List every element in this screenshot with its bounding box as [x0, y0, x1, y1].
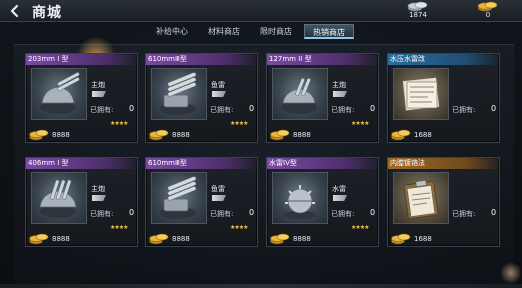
shop-item-card[interactable]: 内膛镀铬法 已拥有: 0 1688	[387, 157, 500, 247]
shop-item-card[interactable]: 水压水雷改 已拥有: 0 1688	[387, 53, 500, 143]
kind-tag-icon	[212, 91, 226, 97]
item-image-frame	[393, 68, 449, 120]
silver-count: 1874	[409, 11, 427, 19]
item-name: 610mmⅢ型	[146, 158, 257, 169]
item-kind: 主炮	[91, 185, 105, 193]
star-rating: ★★★★	[110, 224, 128, 231]
owned-count: 0	[129, 208, 135, 217]
tab-hot-sale-shop[interactable]: 热销商店	[304, 24, 354, 39]
item-image-frame	[31, 172, 87, 224]
shop-item-card[interactable]: 127mm II 型 主炮 已拥有: 0 ★★★★ 8888	[266, 53, 379, 143]
shop-item-card[interactable]: 水雷IV型 水雷 已拥有: 0 ★★★★ 8888	[266, 157, 379, 247]
star-rating: ★★★★	[230, 120, 248, 127]
gold-coin-icon	[391, 233, 411, 245]
item-image-frame	[272, 172, 328, 224]
gold-coin-icon	[391, 129, 411, 141]
gold-coin-icon	[29, 233, 49, 245]
item-name: 水雷IV型	[267, 158, 378, 169]
back-button[interactable]	[4, 2, 26, 20]
item-price: 8888	[52, 131, 70, 139]
item-kind: 鱼雷	[211, 81, 225, 89]
item-price: 8888	[172, 235, 190, 243]
item-image-frame	[151, 172, 207, 224]
shop-item-card[interactable]: 610mmⅢ型 鱼雷 已拥有: 0 ★★★★ 8888	[145, 53, 258, 143]
shop-screen: 商城 1874 0 补给中心 材料商店 限时商店 热销商店 203mm I 型 …	[0, 0, 522, 288]
turret-icon	[281, 78, 317, 114]
tab-material-shop[interactable]: 材料商店	[200, 24, 248, 39]
turret-icon	[39, 179, 77, 218]
gold-coin-icon	[270, 233, 290, 245]
item-price: 1688	[414, 235, 432, 243]
owned-count: 0	[491, 104, 497, 113]
kind-tag-icon	[92, 91, 106, 97]
gold-count: 0	[485, 11, 491, 19]
item-name: 内膛镀铬法	[388, 158, 499, 169]
sea-mine-icon	[284, 185, 316, 219]
item-image-frame	[272, 68, 328, 120]
silver-currency: 1874	[400, 0, 436, 22]
gold-coin-icon	[149, 129, 169, 141]
owned-count: 0	[129, 104, 135, 113]
item-kind: 水雷	[332, 185, 346, 193]
kind-tag-icon	[212, 195, 226, 201]
item-price: 8888	[293, 131, 311, 139]
kind-tag-icon	[333, 195, 347, 201]
shop-item-card[interactable]: 406mm I 型 主炮 已拥有: 0 ★★★★ 8888	[25, 157, 138, 247]
item-price: 8888	[293, 235, 311, 243]
turret-icon	[40, 72, 80, 114]
owned-label: 已拥有:	[452, 210, 476, 218]
star-rating: ★★★★	[351, 224, 369, 231]
top-bar: 商城 1874 0	[0, 0, 522, 22]
star-rating: ★★★★	[230, 224, 248, 231]
shop-tabs: 补给中心 材料商店 限时商店 热销商店	[148, 24, 354, 40]
tab-supply-center[interactable]: 补给中心	[148, 24, 196, 39]
gold-coin-icon	[149, 233, 169, 245]
item-price: 8888	[172, 131, 190, 139]
page-title: 商城	[32, 5, 62, 21]
shop-item-card[interactable]: 610mmⅢ型 鱼雷 已拥有: 0 ★★★★ 8888	[145, 157, 258, 247]
gold-coin-icon	[29, 129, 49, 141]
owned-label: 已拥有:	[331, 106, 355, 114]
torpedo-launcher-icon	[160, 72, 197, 115]
owned-count: 0	[370, 104, 376, 113]
bottom-divider	[0, 284, 522, 288]
gold-currency: 0	[470, 0, 506, 22]
item-image-frame	[151, 68, 207, 120]
owned-count: 0	[249, 208, 255, 217]
back-arrow-icon	[10, 4, 19, 18]
star-rating: ★★★★	[110, 120, 128, 127]
owned-label: 已拥有:	[90, 210, 114, 218]
tab-limited-shop[interactable]: 限时商店	[252, 24, 300, 39]
owned-label: 已拥有:	[90, 106, 114, 114]
item-name: 406mm I 型	[26, 158, 137, 169]
item-image-frame	[393, 172, 449, 224]
blueprint-icon	[402, 76, 440, 112]
item-name: 610mmⅢ型	[146, 54, 257, 65]
item-image-frame	[31, 68, 87, 120]
owned-label: 已拥有:	[210, 106, 234, 114]
torpedo-launcher-icon	[160, 176, 197, 219]
item-kind: 主炮	[332, 81, 346, 89]
kind-tag-icon	[333, 91, 347, 97]
item-kind: 主炮	[91, 81, 105, 89]
owned-count: 0	[370, 208, 376, 217]
owned-count: 0	[249, 104, 255, 113]
clipboard-icon	[403, 180, 439, 220]
item-name: 203mm I 型	[26, 54, 137, 65]
item-price: 1688	[414, 131, 432, 139]
item-kind: 鱼雷	[211, 185, 225, 193]
shop-item-card[interactable]: 203mm I 型 主炮 已拥有: 0 ★★★★ 8888	[25, 53, 138, 143]
item-price: 8888	[52, 235, 70, 243]
item-name: 水压水雷改	[388, 54, 499, 65]
owned-count: 0	[491, 208, 497, 217]
kind-tag-icon	[92, 195, 106, 201]
sparkle-decoration	[500, 262, 522, 284]
owned-label: 已拥有:	[210, 210, 234, 218]
gold-coin-icon	[270, 129, 290, 141]
owned-label: 已拥有:	[452, 106, 476, 114]
item-name: 127mm II 型	[267, 54, 378, 65]
star-rating: ★★★★	[351, 120, 369, 127]
owned-label: 已拥有:	[331, 210, 355, 218]
